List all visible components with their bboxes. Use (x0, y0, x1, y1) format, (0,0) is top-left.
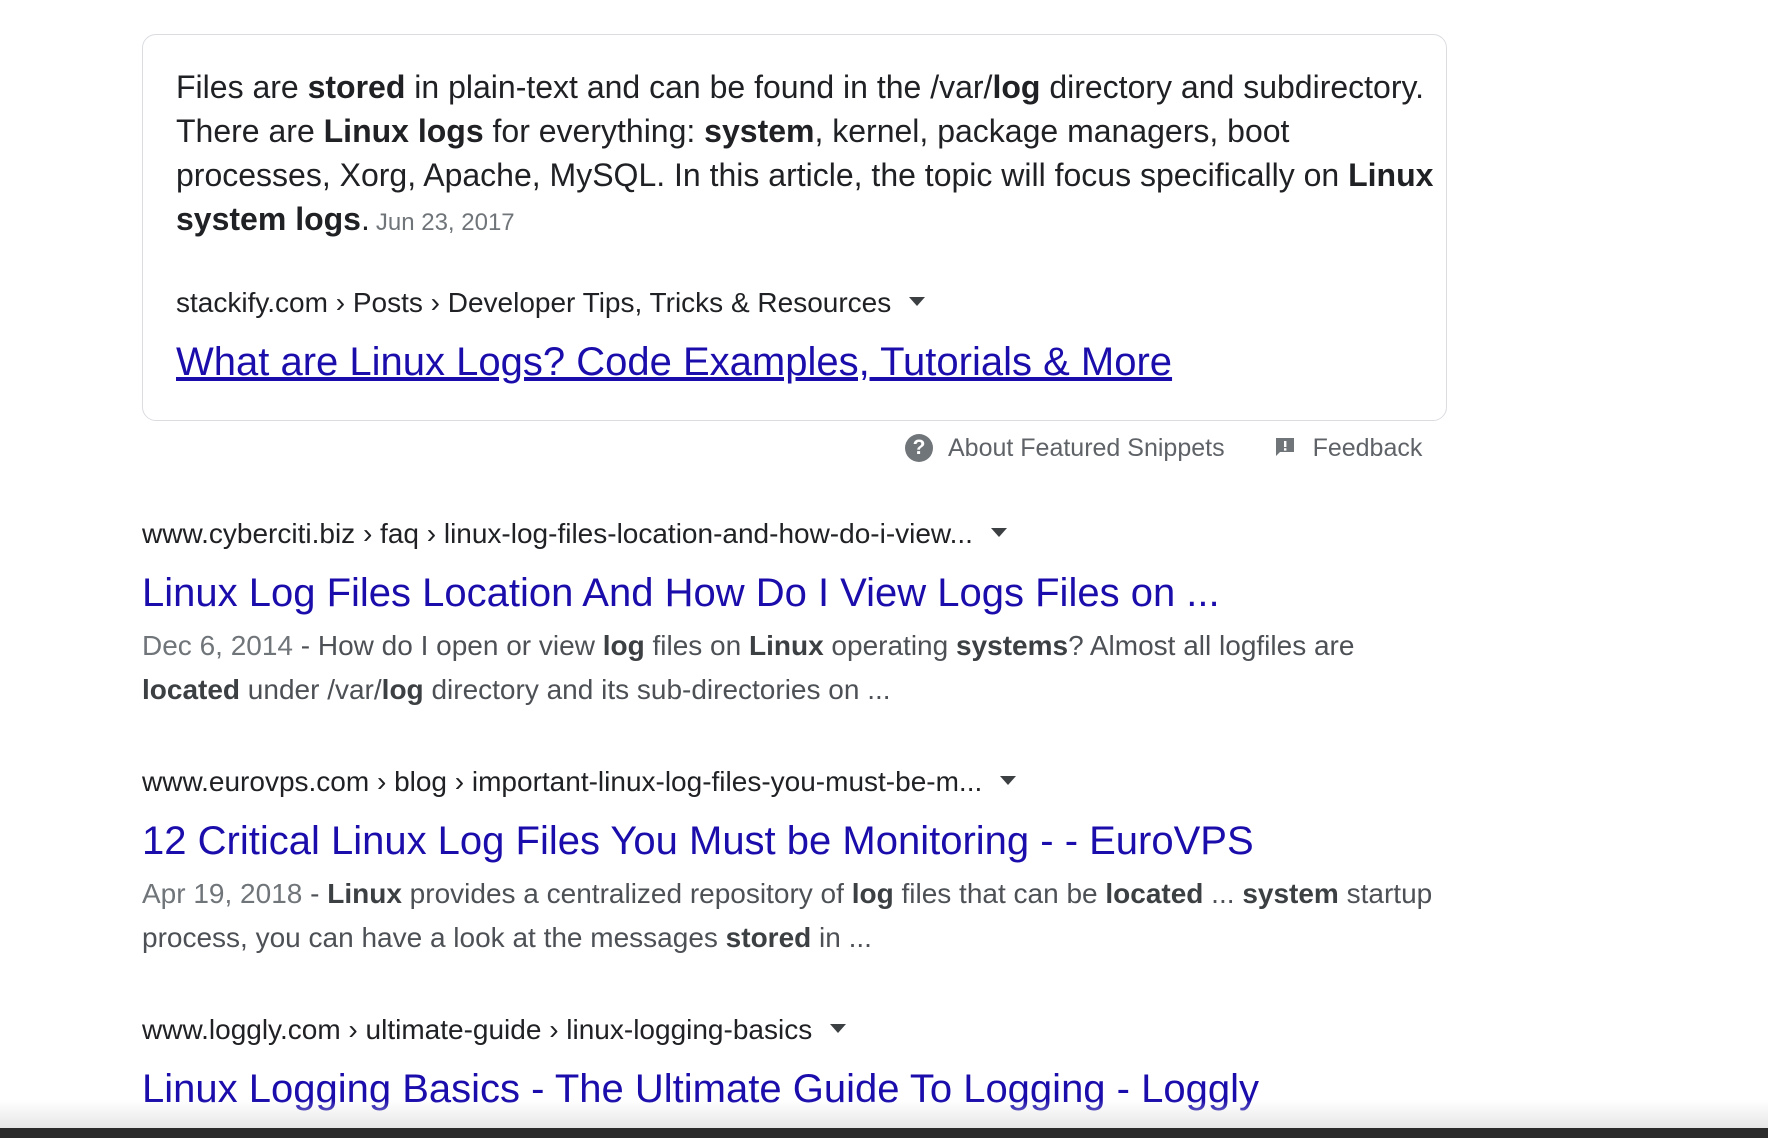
text-run: in plain-text and can be found in the /v… (405, 69, 993, 105)
result-breadcrumb[interactable]: www.cyberciti.biz › faq › linux-log-file… (142, 518, 973, 549)
about-featured-snippets-link[interactable]: ? About Featured Snippets (905, 434, 1225, 463)
about-featured-snippets-label[interactable]: About Featured Snippets (948, 434, 1225, 463)
result-description: Apr 19, 2018 - Linux provides a centrali… (142, 872, 1442, 960)
featured-snippet-text: Files are stored in plain-text and can b… (176, 65, 1446, 245)
chevron-down-icon[interactable] (830, 1024, 847, 1034)
featured-snippet-body: Files are stored in plain-text and can b… (176, 69, 1433, 237)
result-title-link[interactable]: Linux Log Files Location And How Do I Vi… (142, 566, 1442, 620)
text-run: files that can be (893, 878, 1106, 909)
window-bottom-edge (0, 1128, 1768, 1138)
highlighted-term: located (142, 674, 241, 705)
text-run: operating (823, 630, 956, 661)
result-date-separator: - (293, 630, 318, 661)
text-run: in ... (811, 922, 872, 953)
highlighted-term: systems (955, 630, 1069, 661)
result-description: Dec 6, 2014 - How do I open or view log … (142, 624, 1442, 712)
highlighted-term: stored (307, 69, 406, 105)
highlighted-term: system (704, 113, 815, 149)
highlighted-term: log (381, 674, 424, 705)
result-title-link[interactable]: 12 Critical Linux Log Files You Must be … (142, 814, 1442, 868)
highlighted-term: log (602, 630, 645, 661)
text-run: ? Almost all logfiles are (1068, 630, 1355, 661)
featured-snippet-card: Files are stored in plain-text and can b… (142, 34, 1447, 421)
search-result: www.cyberciti.biz › faq › linux-log-file… (142, 514, 1442, 712)
result-cite[interactable]: www.eurovps.com › blog › important-linux… (142, 762, 1442, 802)
highlighted-term: Linux logs (323, 113, 484, 149)
highlighted-term: Linux (748, 630, 824, 661)
search-results-page: Files are stored in plain-text and can b… (0, 0, 1768, 1138)
result-cite[interactable]: www.cyberciti.biz › faq › linux-log-file… (142, 514, 1442, 554)
highlighted-term: Linux (327, 878, 402, 909)
help-icon[interactable]: ? (905, 434, 933, 462)
bottom-fade (0, 1100, 1768, 1128)
highlighted-term: stored (725, 922, 812, 953)
chevron-down-icon[interactable] (990, 528, 1007, 538)
result-cite[interactable]: www.loggly.com › ultimate-guide › linux-… (142, 1010, 1442, 1050)
featured-snippet-date: Jun 23, 2017 (375, 209, 515, 236)
highlighted-term: log (851, 878, 894, 909)
result-breadcrumb[interactable]: www.loggly.com › ultimate-guide › linux-… (142, 1014, 812, 1045)
featured-snippet-breadcrumb[interactable]: stackify.com › Posts › Developer Tips, T… (176, 287, 891, 318)
result-date-separator: - (302, 878, 328, 909)
feedback-link[interactable]: Feedback (1225, 434, 1423, 463)
highlighted-term: system (1242, 878, 1339, 909)
text-run: How do I open or view (317, 630, 603, 661)
text-run: for everything: (483, 113, 705, 149)
highlighted-term: located (1105, 878, 1204, 909)
chevron-down-icon[interactable] (909, 297, 926, 307)
featured-snippet-title-link[interactable]: What are Linux Logs? Code Examples, Tuto… (176, 335, 1172, 389)
text-run: files on (644, 630, 749, 661)
result-date: Apr 19, 2018 (142, 878, 303, 909)
snippet-meta-row: ? About Featured Snippets Feedback (905, 430, 1422, 466)
result-snippet: How do I open or view log files on Linux… (142, 630, 1354, 705)
result-date: Dec 6, 2014 (142, 630, 293, 661)
featured-snippet-cite[interactable]: stackify.com › Posts › Developer Tips, T… (176, 283, 926, 323)
result-snippet: Linux provides a centralized repository … (142, 878, 1432, 953)
result-breadcrumb[interactable]: www.eurovps.com › blog › important-linux… (142, 766, 982, 797)
text-run: . (360, 201, 370, 237)
highlighted-term: log (992, 69, 1041, 105)
text-run: provides a centralized repository of (401, 878, 852, 909)
search-result: www.eurovps.com › blog › important-linux… (142, 762, 1442, 960)
feedback-icon[interactable] (1273, 436, 1297, 460)
text-run: ... (1203, 878, 1243, 909)
text-run: under /var/ (240, 674, 382, 705)
text-run: Files are (176, 69, 308, 105)
text-run: directory and its sub-directories on ... (423, 674, 891, 705)
chevron-down-icon[interactable] (1000, 776, 1017, 786)
feedback-label[interactable]: Feedback (1313, 434, 1423, 463)
